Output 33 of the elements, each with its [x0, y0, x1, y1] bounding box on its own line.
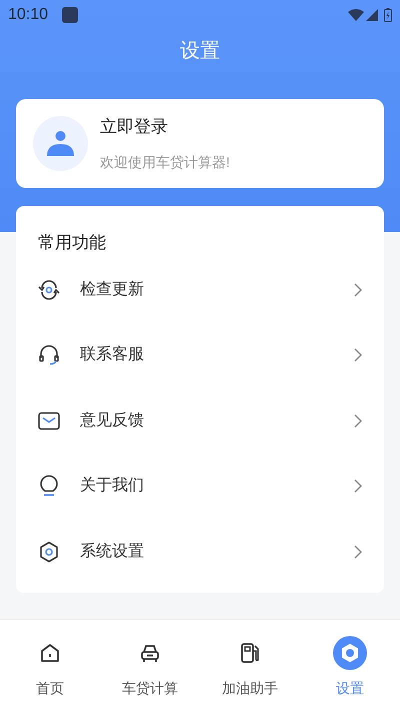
nav-tab[interactable]: 加油助手	[200, 640, 300, 699]
status-time: 10:10	[8, 5, 48, 25]
signal-icon	[366, 9, 378, 21]
wifi-icon	[348, 9, 364, 21]
welcome-text: 欢迎使用车贷计算器!	[100, 152, 230, 172]
menu-item[interactable]: 意见反馈	[16, 388, 384, 454]
fuel-pump-icon	[239, 642, 261, 664]
section-title: 常用功能	[38, 233, 106, 252]
page-title: 设置	[180, 39, 220, 64]
chevron-right-icon	[354, 414, 362, 428]
headset-icon	[38, 344, 60, 366]
battery-icon	[384, 8, 392, 22]
nav-tab[interactable]: 首页	[0, 640, 100, 699]
lightbulb-icon	[38, 475, 60, 498]
car-icon	[139, 642, 161, 664]
avatar-icon	[33, 116, 88, 171]
login-card[interactable]: 立即登录 欢迎使用车贷计算器!	[16, 99, 384, 188]
chevron-right-icon	[354, 544, 362, 559]
home-icon	[39, 642, 61, 664]
envelope-icon	[38, 410, 60, 432]
nav-tab[interactable]: 车贷计算	[100, 640, 200, 699]
menu-item[interactable]: 联系客服	[16, 322, 384, 388]
menu-item[interactable]: 检查更新	[16, 257, 384, 322]
refresh-icon	[38, 278, 60, 301]
chevron-right-icon	[354, 479, 362, 494]
gear-icon	[38, 540, 60, 563]
menu-item[interactable]: 系统设置	[16, 519, 384, 584]
login-title: 立即登录	[100, 116, 169, 138]
menu-item[interactable]: 关于我们	[16, 454, 384, 519]
chevron-right-icon	[354, 282, 362, 297]
app-notification-icon	[62, 7, 78, 23]
gear-icon	[333, 636, 367, 670]
chevron-right-icon	[354, 348, 362, 362]
